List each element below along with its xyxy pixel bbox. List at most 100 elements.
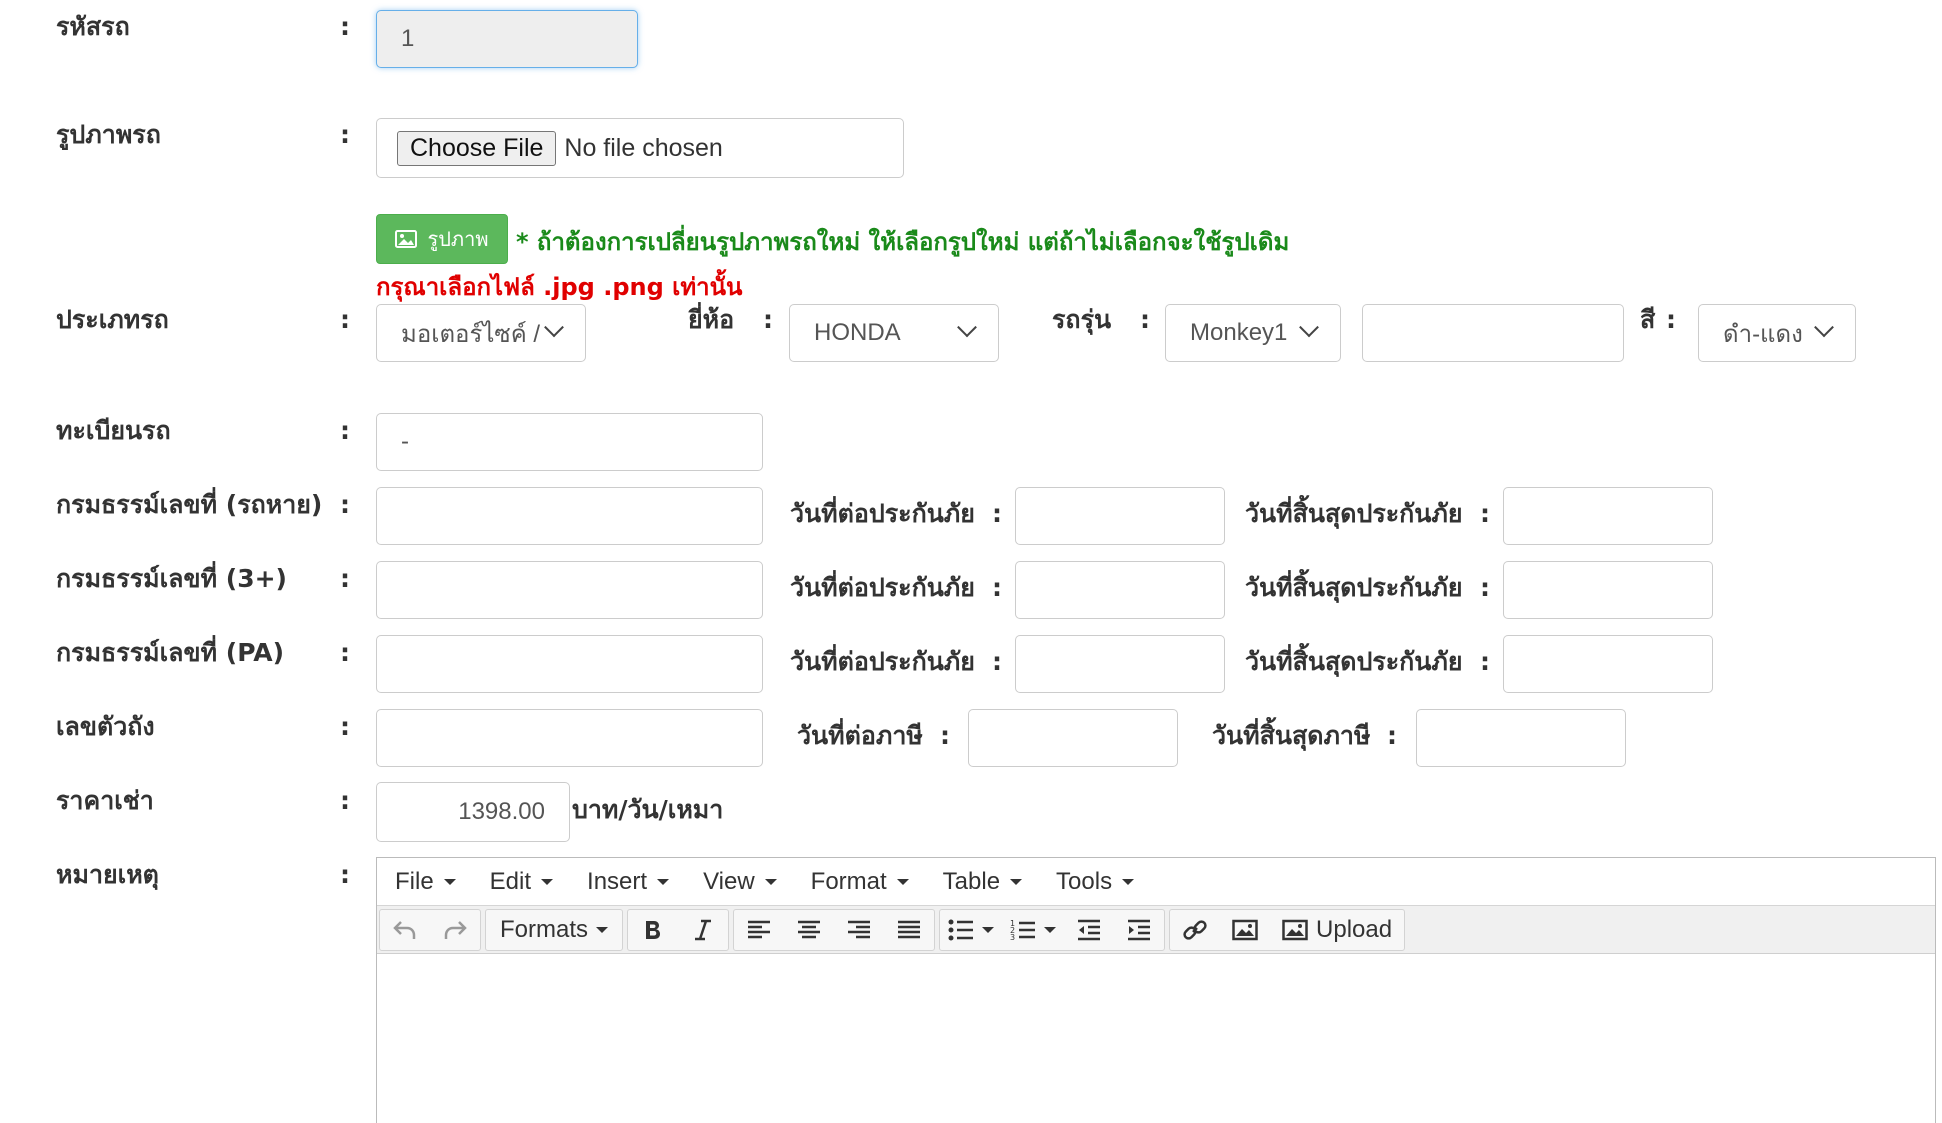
model-extra-input[interactable] (1362, 304, 1624, 362)
choose-file-button[interactable]: Choose File (397, 130, 557, 166)
bullet-list-icon (948, 919, 974, 940)
menu-insert[interactable]: Insert (575, 868, 681, 896)
car-code-input[interactable]: 1 (376, 10, 638, 68)
car-type-select[interactable]: มอเตอร์ไซค์ / (376, 304, 586, 362)
link-button[interactable] (1170, 910, 1220, 950)
menu-format[interactable]: Format (799, 868, 921, 896)
menu-label: Format (810, 867, 887, 895)
editor-menubar: File Edit Insert View Format Table Tools (377, 858, 1935, 906)
policy-pa-label: กรมธรรม์เลขที่ (PA) (56, 638, 285, 667)
chevron-down-icon (957, 317, 977, 338)
caret-down-icon (596, 926, 609, 933)
menu-label: Table (942, 867, 1001, 895)
align-left-button[interactable] (734, 910, 784, 950)
indent-button[interactable] (1114, 910, 1164, 950)
chevron-down-icon (544, 317, 564, 338)
colon: : (340, 416, 350, 445)
renew-insurance-label: วันที่ต่อประกันภัย (790, 573, 975, 602)
brand-select[interactable]: HONDA (789, 304, 999, 362)
outdent-button[interactable] (1064, 910, 1114, 950)
chassis-label: เลขตัวถัง (56, 712, 155, 741)
colon: : (992, 647, 1002, 676)
renew-tax-label: วันที่ต่อภาษี (797, 721, 923, 750)
end-insurance-label: วันที่สิ้นสุดประกันภัย (1245, 573, 1463, 602)
menu-label: Tools (1056, 867, 1113, 895)
policy-lost-input[interactable] (376, 487, 763, 545)
italic-button[interactable] (678, 910, 728, 950)
renew-insurance-input-3[interactable] (1015, 635, 1225, 693)
remark-editor: File Edit Insert View Format Table Tools… (376, 857, 1936, 1123)
menu-edit[interactable]: Edit (478, 868, 565, 896)
align-justify-button[interactable] (884, 910, 934, 950)
color-label: สี (1640, 305, 1656, 334)
editor-content-area[interactable] (377, 954, 1935, 1122)
formats-group: Formats (485, 908, 624, 951)
remark-label: หมายเหตุ (56, 860, 159, 889)
align-justify-icon (898, 920, 921, 938)
renew-insurance-input-2[interactable] (1015, 561, 1225, 619)
colon: : (940, 721, 950, 750)
image-icon (1232, 919, 1258, 940)
change-image-note: * ถ้าต้องการเปลี่ยนรูปภาพรถใหม่ ให้เลือก… (516, 228, 1290, 256)
image-icon (1282, 919, 1308, 940)
renew-insurance-label: วันที่ต่อประกันภัย (790, 499, 975, 528)
upload-label: Upload (1316, 915, 1393, 943)
color-value: ดำ-แดง (1723, 320, 1803, 348)
end-tax-input[interactable] (1416, 709, 1626, 767)
upload-button[interactable]: Upload (1270, 910, 1404, 950)
redo-button[interactable] (430, 910, 480, 950)
car-image-label: รูปภาพรถ (56, 120, 161, 149)
bold-button[interactable] (628, 910, 678, 950)
policy-lost-label: กรมธรรม์เลขที่ (รถหาย) (56, 490, 323, 519)
menu-tools[interactable]: Tools (1044, 868, 1146, 896)
colon: : (1480, 573, 1490, 602)
end-insurance-input-2[interactable] (1503, 561, 1713, 619)
colon: : (1140, 305, 1150, 334)
numbered-list-button[interactable]: 123 (1002, 910, 1064, 950)
plate-input[interactable]: - (376, 413, 763, 471)
caret-down-icon (541, 878, 554, 885)
car-image-file-input[interactable]: Choose File No file chosen (376, 118, 904, 178)
rent-price-input[interactable]: 1398.00 (376, 782, 570, 842)
align-right-button[interactable] (834, 910, 884, 950)
colon: : (340, 120, 350, 149)
image-icon (395, 230, 418, 248)
end-insurance-input-1[interactable] (1503, 487, 1713, 545)
bullet-list-button[interactable] (940, 910, 1002, 950)
colon: : (340, 12, 350, 41)
caret-down-icon (982, 926, 995, 933)
chevron-down-icon (1299, 317, 1319, 338)
colon: : (1387, 721, 1397, 750)
menu-label: View (703, 867, 755, 895)
italic-icon (695, 919, 712, 940)
color-select[interactable]: ดำ-แดง (1698, 304, 1856, 362)
colon: : (340, 860, 350, 889)
colon: : (340, 490, 350, 519)
policy-pa-input[interactable] (376, 635, 763, 693)
model-value: Monkey1 (1190, 319, 1288, 346)
menu-table[interactable]: Table (931, 868, 1034, 896)
caret-down-icon (1044, 926, 1057, 933)
image-insert-button[interactable] (1220, 910, 1270, 950)
align-center-button[interactable] (784, 910, 834, 950)
plate-label: ทะเบียนรถ (56, 416, 171, 445)
renew-insurance-input-1[interactable] (1015, 487, 1225, 545)
model-select[interactable]: Monkey1 (1165, 304, 1341, 362)
undo-button[interactable] (380, 910, 430, 950)
chassis-input[interactable] (376, 709, 763, 767)
menu-view[interactable]: View (691, 868, 789, 896)
align-group (733, 908, 936, 951)
undo-icon (393, 920, 416, 939)
colon: : (763, 305, 773, 334)
renew-insurance-label: วันที่ต่อประกันภัย (790, 647, 975, 676)
rent-price-label: ราคาเช่า (56, 786, 154, 815)
end-insurance-input-3[interactable] (1503, 635, 1713, 693)
formats-dropdown[interactable]: Formats (486, 910, 622, 950)
image-button[interactable]: รูปภาพ (376, 214, 508, 264)
renew-tax-input[interactable] (968, 709, 1178, 767)
menu-file[interactable]: File (383, 868, 468, 896)
end-tax-label: วันที่สิ้นสุดภาษี (1212, 721, 1371, 750)
policy-3plus-input[interactable] (376, 561, 763, 619)
menu-label: Insert (587, 867, 648, 895)
colon: : (340, 564, 350, 593)
